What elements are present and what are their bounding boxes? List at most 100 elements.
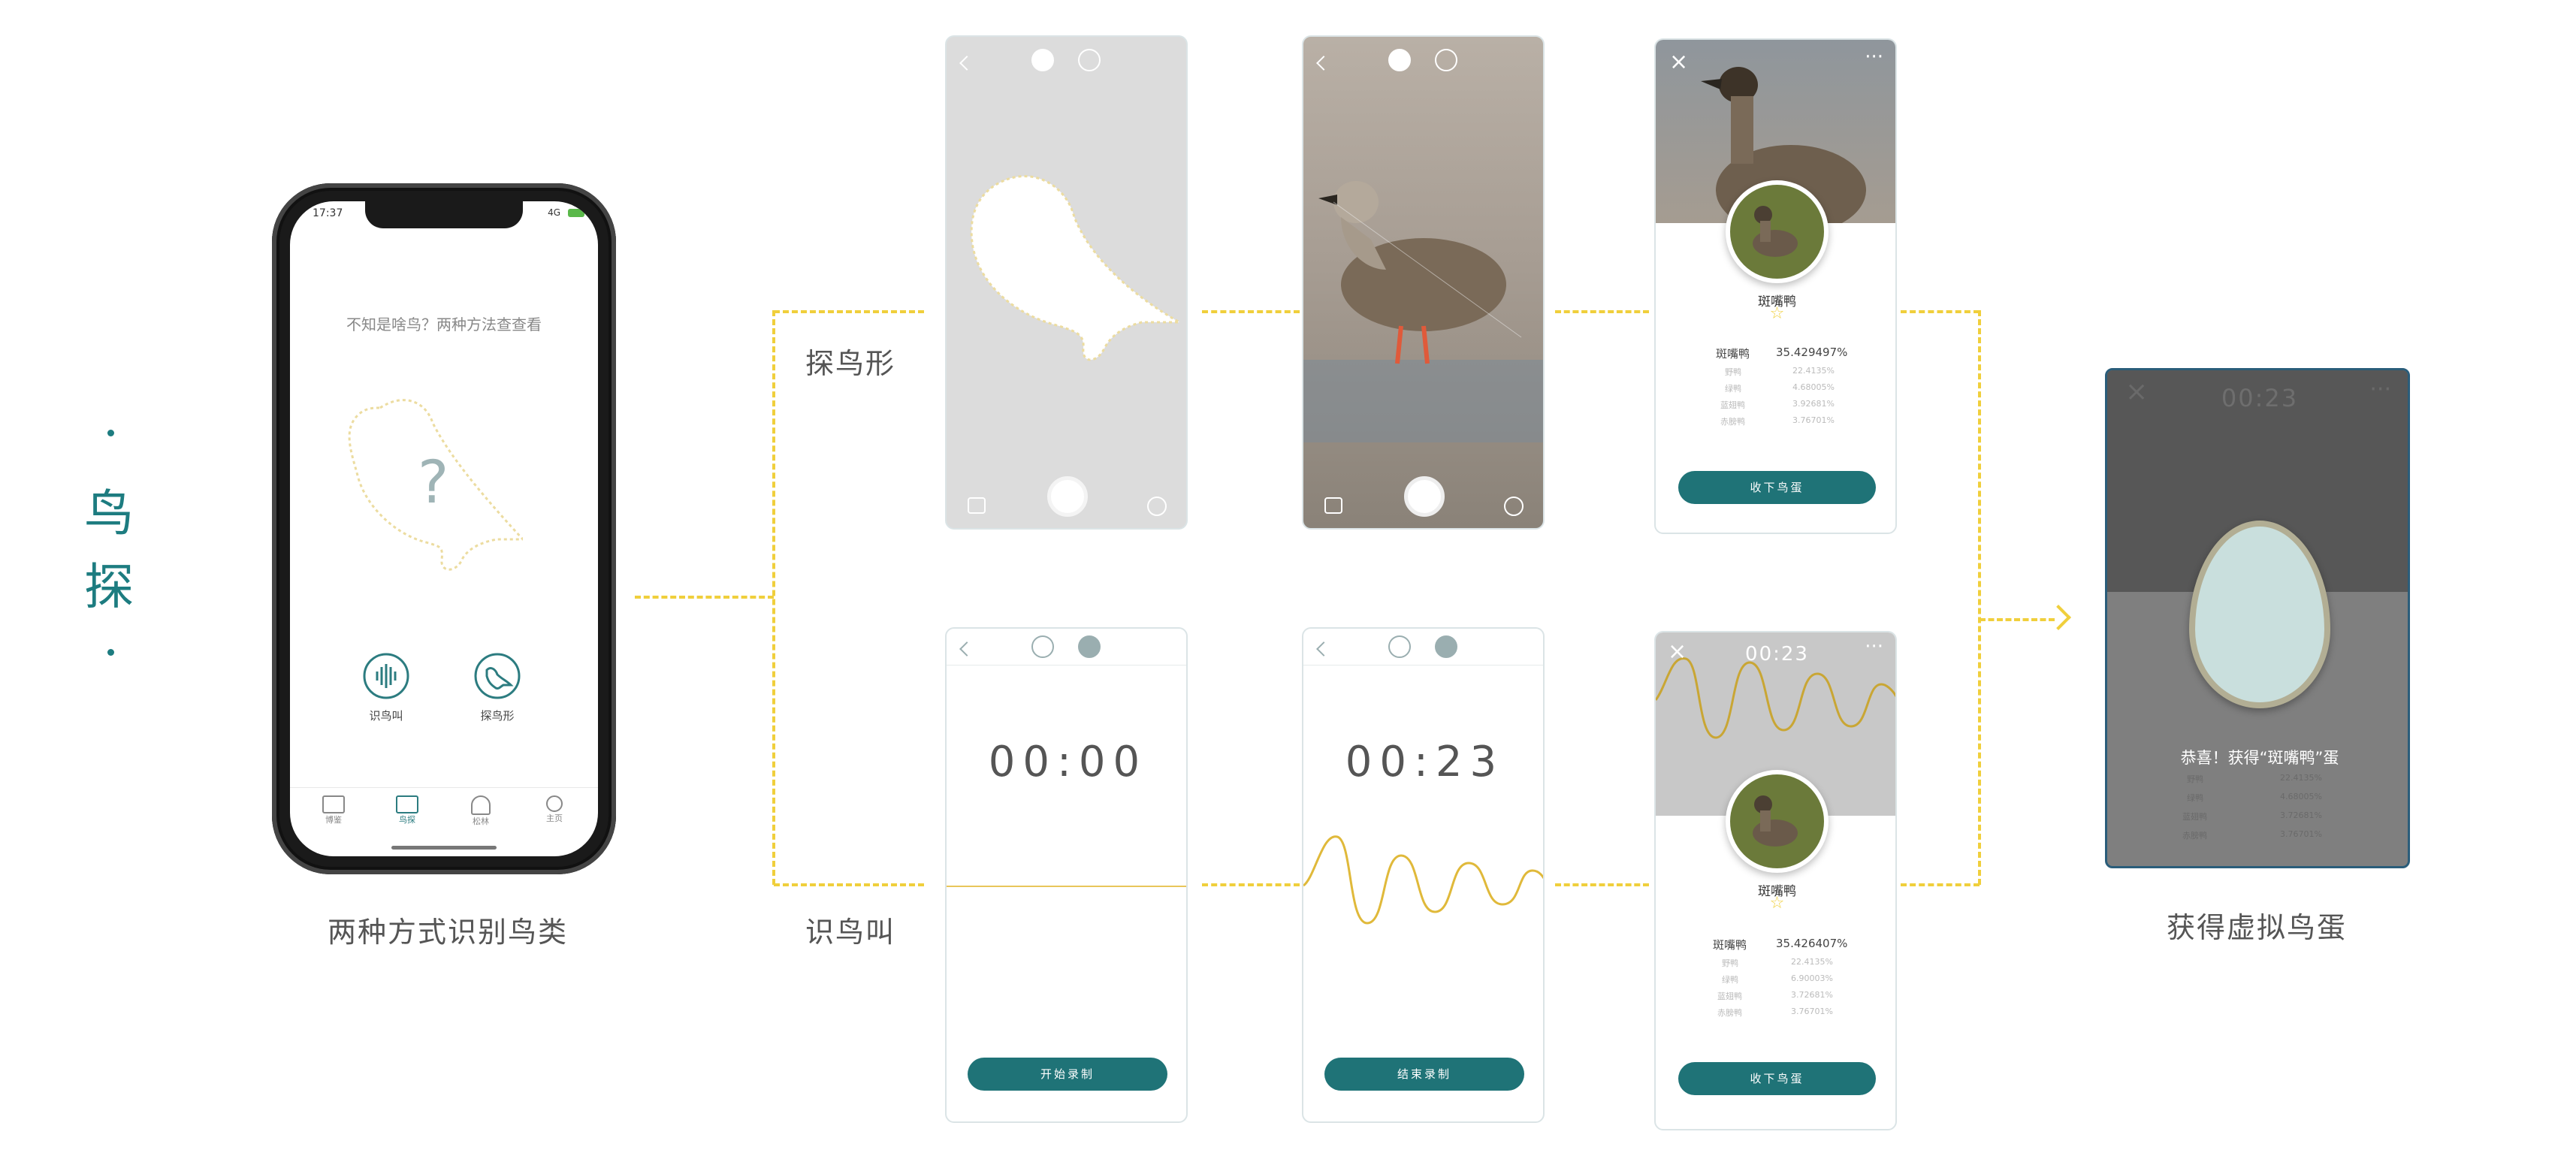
title-char-1: 鸟 [84,484,134,542]
collect-egg-button[interactable]: 收下鸟蛋 [1678,471,1876,504]
tree-icon [471,795,491,815]
gallery-icon[interactable] [1324,497,1342,514]
sound-waveform [1303,835,1543,925]
tab-person-label: 主页 [546,813,563,823]
connector-result [1980,618,2055,621]
connector-main [635,596,774,599]
back-icon[interactable] [1316,56,1331,71]
tab-book[interactable]: 博鉴 [311,795,356,825]
connector-top-4 [1901,310,1980,313]
connector-bottom-1 [774,883,924,886]
notch [365,201,523,228]
tab-bird-scan-label: 鸟探 [399,815,415,825]
header-bar [947,629,1186,666]
identify-sound-label: 识鸟叫 [369,709,403,723]
favorite-star-icon[interactable]: ☆ [1656,894,1895,913]
identify-shape-label: 探鸟形 [480,709,515,723]
arrow-right-icon [2046,605,2071,630]
identify-sound-button[interactable]: 识鸟叫 [362,652,410,723]
gallery-icon[interactable] [968,497,986,514]
match-name: 野鸭 [1722,958,1738,968]
collect-egg-button[interactable]: 收下鸟蛋 [1678,1062,1876,1095]
start-recording-button[interactable]: 开始录制 [968,1058,1167,1091]
match-pct: 22.4135% [1791,957,1833,967]
switch-camera-icon[interactable] [1504,496,1524,516]
match-name: 赤膀鸭 [1717,1008,1742,1018]
favorite-star-icon[interactable]: ☆ [1656,304,1895,323]
switch-camera-icon[interactable] [1147,496,1167,516]
recording-timer: 00:00 [988,738,1148,786]
title-char-2: 探 [84,558,134,616]
shape-camera-screen [945,35,1188,530]
tab-bar: 博鉴 鸟探 松林 主页 [290,787,598,841]
match-pct: 4.68005% [2280,792,2322,801]
bird-icon [474,653,521,699]
sound-mode-icon[interactable] [1435,635,1457,658]
status-time: 17:37 [313,207,343,219]
match-name: 蓝翅鸭 [1720,400,1745,410]
bird-mode-icon[interactable] [1031,49,1054,71]
match-name: 野鸭 [2187,774,2203,784]
shape-result-screen: × ··· 斑嘴鸭 ☆ 斑嘴鸭 35.429497% 野鸭 22.4135% 绿… [1654,38,1897,534]
match-pct: 3.76701% [1791,1007,1833,1016]
connector-bottom-4 [1901,883,1980,886]
header-bar [1303,629,1543,666]
species-avatar [1726,180,1829,283]
connector-top-2 [1202,310,1300,313]
person-icon [546,795,563,812]
sound-idle-screen: 00:00 开始录制 [945,627,1188,1123]
tab-bird-scan[interactable]: 鸟探 [385,795,430,825]
top-match-pct: 35.429497% [1776,346,1848,359]
phone-screen: 17:37 4G 不知是啥鸟？两种方法查查看 ? 识鸟叫 探鸟形 博鉴 鸟探 松… [290,201,598,856]
egg-timer: 00:23 [2221,384,2299,412]
match-pct: 22.4135% [2280,773,2322,783]
bird-mode-icon[interactable] [1388,49,1411,71]
shutter-button[interactable] [1047,476,1088,517]
match-name: 绿鸭 [1725,384,1741,394]
match-pct: 3.92681% [1792,399,1835,409]
close-icon[interactable]: × [1669,49,1688,75]
match-name: 蓝翅鸭 [1717,991,1742,1001]
waveform-baseline [947,886,1186,887]
match-name: 绿鸭 [1722,975,1738,985]
book-icon [322,795,345,813]
bird-mode-icon[interactable] [1388,635,1411,658]
status-signal: 4G [548,207,560,218]
main-phone: 17:37 4G 不知是啥鸟？两种方法查查看 ? 识鸟叫 探鸟形 博鉴 鸟探 松… [272,183,616,874]
connector-bottom-2 [1202,883,1300,886]
top-match-name: 斑嘴鸭 [1716,347,1750,361]
recording-timer: 00:23 [1345,738,1505,786]
prompt-text: 不知是啥鸟？两种方法查查看 [346,315,542,334]
sound-mode-icon[interactable] [1078,49,1101,71]
connector-merge [1978,310,1981,885]
more-icon[interactable]: ··· [1865,635,1883,658]
match-name: 蓝翅鸭 [2182,812,2207,822]
sound-mode-icon[interactable] [1078,635,1101,658]
egg-result-screen: × 00:23 ··· 恭喜！获得“斑嘴鸭”蛋 野鸭 22.4135% 绿鸭 4… [2105,368,2410,868]
identify-shape-button[interactable]: 探鸟形 [473,652,521,723]
question-mark: ? [418,449,449,517]
caption-main: 两种方式识别鸟类 [328,916,569,949]
match-pct: 3.76701% [2280,829,2322,839]
stop-recording-button[interactable]: 结束录制 [1324,1058,1524,1091]
sound-mode-icon[interactable] [1435,49,1457,71]
connector-top-3 [1555,310,1649,313]
result-timer: 00:23 [1745,643,1809,666]
more-icon[interactable]: ··· [2369,376,2391,403]
tab-tree[interactable]: 松林 [458,795,503,827]
tab-book-label: 博鉴 [325,815,342,825]
bird-mode-icon[interactable] [1031,635,1054,658]
sound-wave-icon [363,653,409,699]
more-icon[interactable]: ··· [1865,46,1883,68]
match-pct: 6.90003% [1791,973,1833,983]
bird-scan-icon [396,795,418,813]
shutter-button[interactable] [1404,476,1445,517]
tab-person[interactable]: 主页 [532,795,577,824]
caption-result: 获得虚拟鸟蛋 [2167,911,2348,944]
connector-split [772,310,775,885]
species-avatar [1726,770,1829,873]
back-icon[interactable] [959,56,974,71]
bird-outline-icon [970,175,1179,361]
sound-result-screen: × 00:23 ··· 斑嘴鸭 ☆ 斑嘴鸭 35.426407% 野鸭 22.4… [1654,631,1897,1130]
congrats-text: 恭喜！获得“斑嘴鸭”蛋 [2180,749,2339,767]
